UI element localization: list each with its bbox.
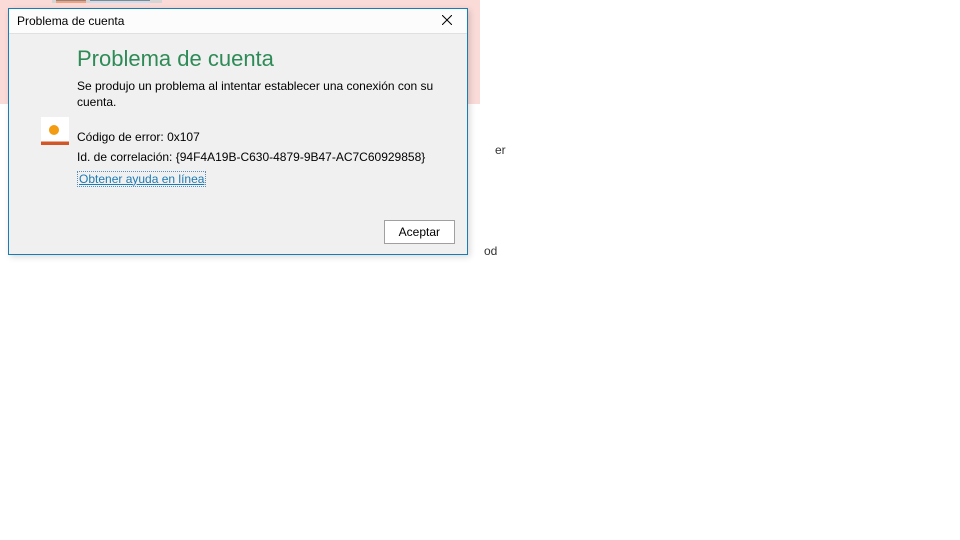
error-code-value: 0x107 bbox=[167, 130, 200, 144]
help-online-link[interactable]: Obtener ayuda en línea bbox=[77, 171, 206, 187]
dialog-title: Problema de cuenta bbox=[17, 14, 124, 28]
account-problem-dialog: Problema de cuenta Problema de cuenta Se… bbox=[8, 8, 468, 255]
background-text-fragment: od bbox=[484, 244, 497, 258]
dialog-message: Se produjo un problema al intentar estab… bbox=[77, 78, 437, 110]
accept-button[interactable]: Aceptar bbox=[384, 220, 455, 244]
dialog-titlebar[interactable]: Problema de cuenta bbox=[9, 9, 467, 34]
error-code-label: Código de error: bbox=[77, 130, 164, 144]
error-code-line: Código de error: 0x107 bbox=[77, 128, 449, 147]
dialog-footer: Aceptar bbox=[384, 220, 455, 244]
dialog-body: Problema de cuenta Se produjo un problem… bbox=[9, 34, 467, 199]
correlation-id-value: {94F4A19B-C630-4879-9B47-AC7C60929858} bbox=[176, 150, 426, 164]
app-powerpoint-icon bbox=[41, 117, 69, 145]
close-button[interactable] bbox=[427, 9, 467, 34]
dialog-heading: Problema de cuenta bbox=[77, 46, 449, 72]
correlation-id-line: Id. de correlación: {94F4A19B-C630-4879-… bbox=[77, 148, 449, 167]
background-tab-fragment bbox=[56, 0, 86, 3]
background-text-fragment: er bbox=[495, 143, 506, 157]
correlation-id-label: Id. de correlación: bbox=[77, 150, 172, 164]
close-icon bbox=[442, 14, 452, 28]
background-tab-fragment bbox=[90, 0, 150, 3]
